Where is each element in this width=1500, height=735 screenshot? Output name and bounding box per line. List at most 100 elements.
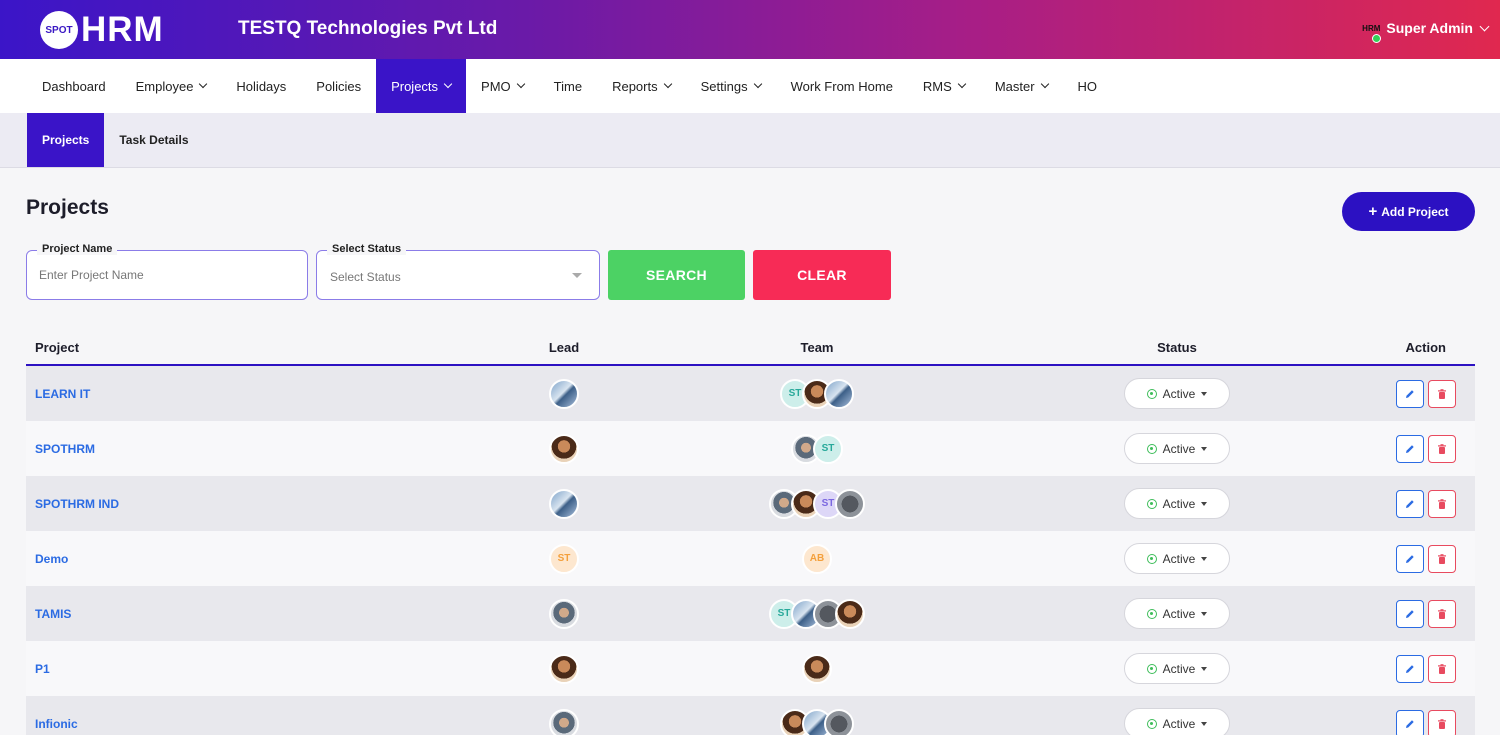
avatar[interactable] <box>835 488 865 519</box>
nav-item-reports[interactable]: Reports <box>597 59 686 113</box>
delete-button[interactable] <box>1428 654 1456 683</box>
delete-button[interactable] <box>1428 489 1456 518</box>
nav-item-policies[interactable]: Policies <box>301 59 376 113</box>
status-dropdown[interactable]: Active <box>1124 708 1230 735</box>
edit-button[interactable] <box>1396 434 1424 463</box>
avatar[interactable]: AB <box>802 543 832 574</box>
avatar[interactable] <box>824 378 854 409</box>
avatar[interactable] <box>549 708 579 735</box>
project-link[interactable]: LEARN IT <box>26 387 506 401</box>
nav-item-master[interactable]: Master <box>980 59 1063 113</box>
action-cell <box>1342 544 1475 573</box>
pencil-icon <box>1406 664 1414 673</box>
table-row: TAMIS ST Active <box>26 586 1475 641</box>
project-link[interactable]: Infionic <box>26 717 506 731</box>
nav-item-label: Settings <box>700 78 748 94</box>
caret-down-icon <box>1201 721 1208 726</box>
avatar[interactable] <box>835 598 865 629</box>
team-cell: ST <box>622 488 1012 519</box>
status-select-value: Select Status <box>330 270 401 284</box>
edit-button[interactable] <box>1396 599 1424 628</box>
app-logo[interactable]: SPOT HRM <box>40 10 164 50</box>
active-dot-icon <box>1146 388 1157 399</box>
header-team: Team <box>800 339 834 355</box>
project-link[interactable]: P1 <box>26 662 506 676</box>
table-header: Project Lead Team Status Action <box>26 330 1475 366</box>
clear-button[interactable]: CLEAR <box>753 250 891 300</box>
status-label: Active <box>1162 661 1196 676</box>
avatar[interactable] <box>802 653 832 684</box>
nav-item-label: Master <box>994 78 1035 94</box>
avatar[interactable]: ST <box>549 543 579 574</box>
edit-button[interactable] <box>1396 489 1424 518</box>
team-cell <box>622 653 1012 684</box>
nav-item-holidays[interactable]: Holidays <box>221 59 301 113</box>
active-dot-icon <box>1146 553 1157 564</box>
status-dropdown[interactable]: Active <box>1124 378 1230 409</box>
avatar[interactable] <box>824 708 854 735</box>
nav-item-time[interactable]: Time <box>539 59 597 113</box>
chevron-down-icon <box>957 79 967 89</box>
nav-item-dashboard[interactable]: Dashboard <box>27 59 121 113</box>
subnav-item-task-details[interactable]: Task Details <box>104 113 203 167</box>
project-name-input[interactable] <box>27 251 307 299</box>
user-menu[interactable]: HRM Super Admin <box>1362 20 1490 43</box>
nav-item-work-from-home[interactable]: Work From Home <box>776 59 908 113</box>
edit-button[interactable] <box>1396 709 1424 735</box>
nav-item-label: HO <box>1077 78 1098 94</box>
status-dropdown[interactable]: Active <box>1124 598 1230 629</box>
status-dropdown[interactable]: Active <box>1124 653 1230 684</box>
edit-button[interactable] <box>1396 654 1424 683</box>
subnav-item-projects[interactable]: Projects <box>27 113 105 167</box>
pencil-icon <box>1406 389 1414 398</box>
nav-item-pmo[interactable]: PMO <box>466 59 539 113</box>
nav-item-rms[interactable]: RMS <box>908 59 980 113</box>
project-link[interactable]: Demo <box>26 552 506 566</box>
avatar[interactable] <box>549 598 579 629</box>
status-dropdown[interactable]: Active <box>1124 543 1230 574</box>
search-button[interactable]: SEARCH <box>608 250 745 300</box>
status-dropdown[interactable]: Active <box>1124 488 1230 519</box>
status-cell: Active <box>1012 433 1342 464</box>
delete-button[interactable] <box>1428 434 1456 463</box>
plus-icon: + <box>1368 203 1378 220</box>
nav-item-label: Policies <box>316 78 362 94</box>
trash-icon <box>1438 388 1446 399</box>
avatar[interactable] <box>549 488 579 519</box>
table-row: SPOTHRM IND ST Active <box>26 476 1475 531</box>
trash-icon <box>1438 608 1446 619</box>
status-select[interactable]: Select Status Select Status <box>316 243 600 300</box>
delete-button[interactable] <box>1428 709 1456 735</box>
header-project: Project <box>35 339 80 355</box>
nav-item-ho[interactable]: HO <box>1063 59 1113 113</box>
status-label: Active <box>1162 386 1196 401</box>
delete-button[interactable] <box>1428 544 1456 573</box>
projects-table: Project Lead Team Status Action LEARN IT… <box>26 330 1475 735</box>
edit-button[interactable] <box>1396 379 1424 408</box>
avatar[interactable] <box>549 433 579 464</box>
project-link[interactable]: TAMIS <box>26 607 506 621</box>
edit-button[interactable] <box>1396 544 1424 573</box>
action-cell <box>1342 379 1475 408</box>
avatar[interactable] <box>549 378 579 409</box>
delete-button[interactable] <box>1428 379 1456 408</box>
avatar[interactable] <box>549 653 579 684</box>
project-link[interactable]: SPOTHRM IND <box>26 497 506 511</box>
status-dropdown[interactable]: Active <box>1124 433 1230 464</box>
project-link[interactable]: SPOTHRM <box>26 442 506 456</box>
nav-item-settings[interactable]: Settings <box>686 59 776 113</box>
nav-item-label: Holidays <box>236 78 287 94</box>
status-cell: Active <box>1012 488 1342 519</box>
chevron-down-icon <box>443 79 453 89</box>
avatar[interactable]: ST <box>813 433 843 464</box>
table-row: P1 Active <box>26 641 1475 696</box>
top-header: SPOT HRM TESTQ Technologies Pvt Ltd HRM … <box>0 0 1500 59</box>
header-action: Action <box>1405 339 1446 355</box>
delete-button[interactable] <box>1428 599 1456 628</box>
lead-cell <box>506 378 622 409</box>
pencil-icon <box>1406 499 1414 508</box>
add-project-button[interactable]: + Add Project <box>1342 192 1475 231</box>
nav-item-projects[interactable]: Projects <box>376 59 467 113</box>
nav-item-employee[interactable]: Employee <box>121 59 222 113</box>
team-cell: ST <box>622 598 1012 629</box>
